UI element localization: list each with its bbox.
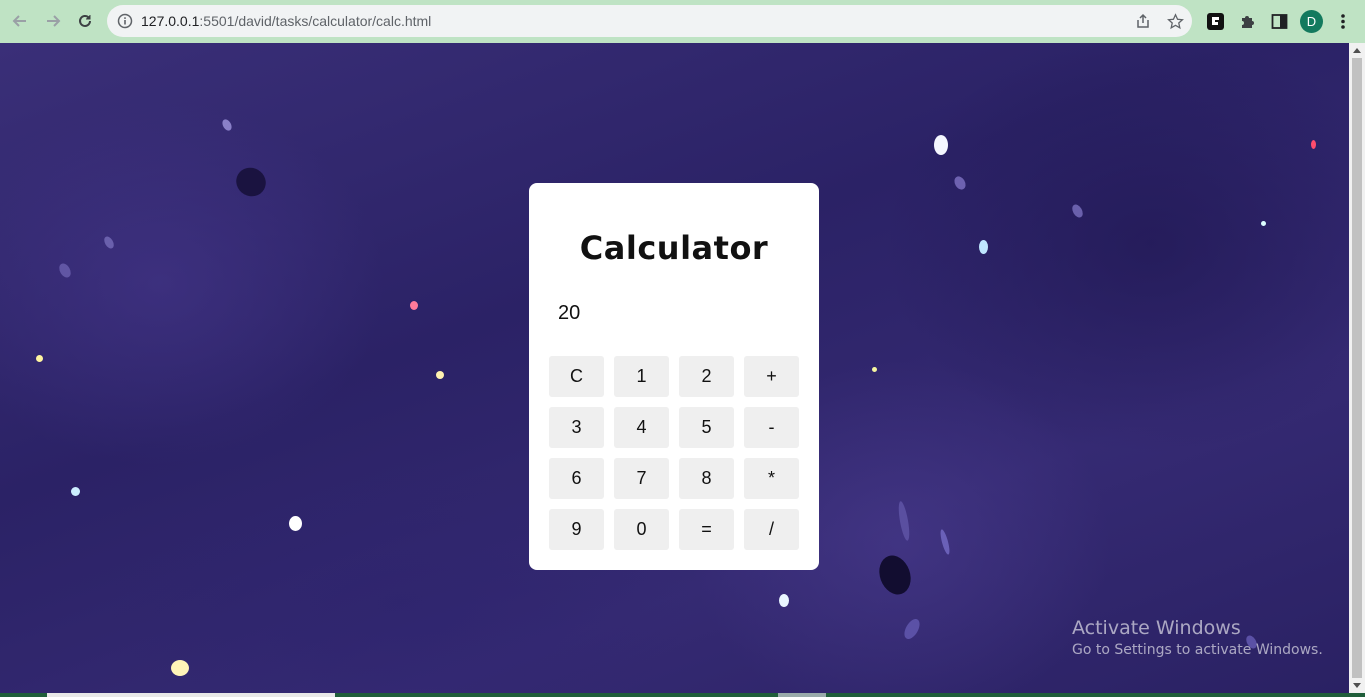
profile-avatar[interactable]: D	[1300, 10, 1323, 33]
background-speck	[71, 487, 80, 496]
background-speck	[872, 367, 877, 372]
key-plus[interactable]: +	[744, 356, 799, 397]
share-icon[interactable]	[1133, 11, 1153, 31]
scroll-up-icon[interactable]	[1353, 48, 1361, 53]
reload-icon[interactable]	[69, 5, 101, 37]
watermark-title: Activate Windows	[1072, 617, 1241, 639]
background-speck	[874, 551, 916, 599]
background-speck	[171, 660, 189, 676]
background-speck	[220, 117, 234, 133]
background-speck	[938, 528, 952, 556]
url-text: 127.0.0.1:5501/david/tasks/calculator/ca…	[141, 5, 431, 37]
background-speck	[102, 234, 116, 251]
background-speck	[901, 616, 923, 642]
key-7[interactable]: 7	[614, 458, 669, 499]
calculator-keypad: C 1 2 + 3 4 5 - 6 7 8 * 9 0 = /	[549, 356, 799, 550]
url-port: :5501	[199, 13, 235, 29]
back-icon[interactable]	[4, 5, 36, 37]
background-speck	[779, 594, 789, 607]
key-multiply[interactable]: *	[744, 458, 799, 499]
side-panel-icon[interactable]	[1269, 11, 1289, 31]
key-3[interactable]: 3	[549, 407, 604, 448]
key-5[interactable]: 5	[679, 407, 734, 448]
calculator-card: Calculator 20 C 1 2 + 3 4 5 - 6 7 8 * 9 …	[529, 183, 819, 570]
key-6[interactable]: 6	[549, 458, 604, 499]
profile-initial: D	[1306, 14, 1317, 29]
address-bar[interactable]: 127.0.0.1:5501/david/tasks/calculator/ca…	[107, 5, 1192, 37]
background-speck	[36, 355, 43, 362]
key-clear[interactable]: C	[549, 356, 604, 397]
url-path: /david/tasks/calculator/calc.html	[234, 13, 432, 29]
key-9[interactable]: 9	[549, 509, 604, 550]
key-minus[interactable]: -	[744, 407, 799, 448]
calculator-title: Calculator	[579, 229, 769, 267]
watermark-subtitle: Go to Settings to activate Windows.	[1072, 642, 1323, 658]
background-speck	[1070, 202, 1085, 220]
browser-toolbar: 127.0.0.1:5501/david/tasks/calculator/ca…	[0, 0, 1365, 43]
calculator-display[interactable]: 20	[549, 295, 799, 331]
extensions-puzzle-icon[interactable]	[1237, 11, 1257, 31]
background-speck	[896, 500, 912, 542]
background-speck	[231, 162, 271, 202]
background-speck	[56, 261, 74, 280]
background-speck	[436, 371, 444, 379]
background-speck	[979, 240, 988, 254]
menu-kebab-icon[interactable]	[1333, 11, 1353, 31]
background-speck	[952, 174, 968, 192]
site-info-icon[interactable]	[115, 11, 135, 31]
background-speck	[1311, 140, 1316, 149]
key-4[interactable]: 4	[614, 407, 669, 448]
scroll-down-icon[interactable]	[1353, 683, 1361, 688]
extension-app-icon[interactable]	[1205, 11, 1225, 31]
background-speck	[1261, 221, 1266, 226]
taskbar-segment	[47, 693, 335, 697]
page-scrollbar[interactable]	[1349, 43, 1365, 693]
key-8[interactable]: 8	[679, 458, 734, 499]
url-host: 127.0.0.1	[141, 13, 200, 29]
forward-icon[interactable]	[37, 5, 69, 37]
taskbar-edge	[0, 693, 1365, 697]
key-0[interactable]: 0	[614, 509, 669, 550]
background-speck	[289, 516, 302, 531]
key-2[interactable]: 2	[679, 356, 734, 397]
bookmark-star-icon[interactable]	[1165, 11, 1185, 31]
scrollbar-thumb[interactable]	[1352, 58, 1362, 678]
key-equals[interactable]: =	[679, 509, 734, 550]
taskbar-segment	[778, 693, 826, 697]
background-speck	[410, 301, 418, 310]
key-divide[interactable]: /	[744, 509, 799, 550]
activate-windows-watermark: Activate Windows Go to Settings to activ…	[1072, 617, 1323, 658]
background-speck	[934, 135, 948, 155]
key-1[interactable]: 1	[614, 356, 669, 397]
